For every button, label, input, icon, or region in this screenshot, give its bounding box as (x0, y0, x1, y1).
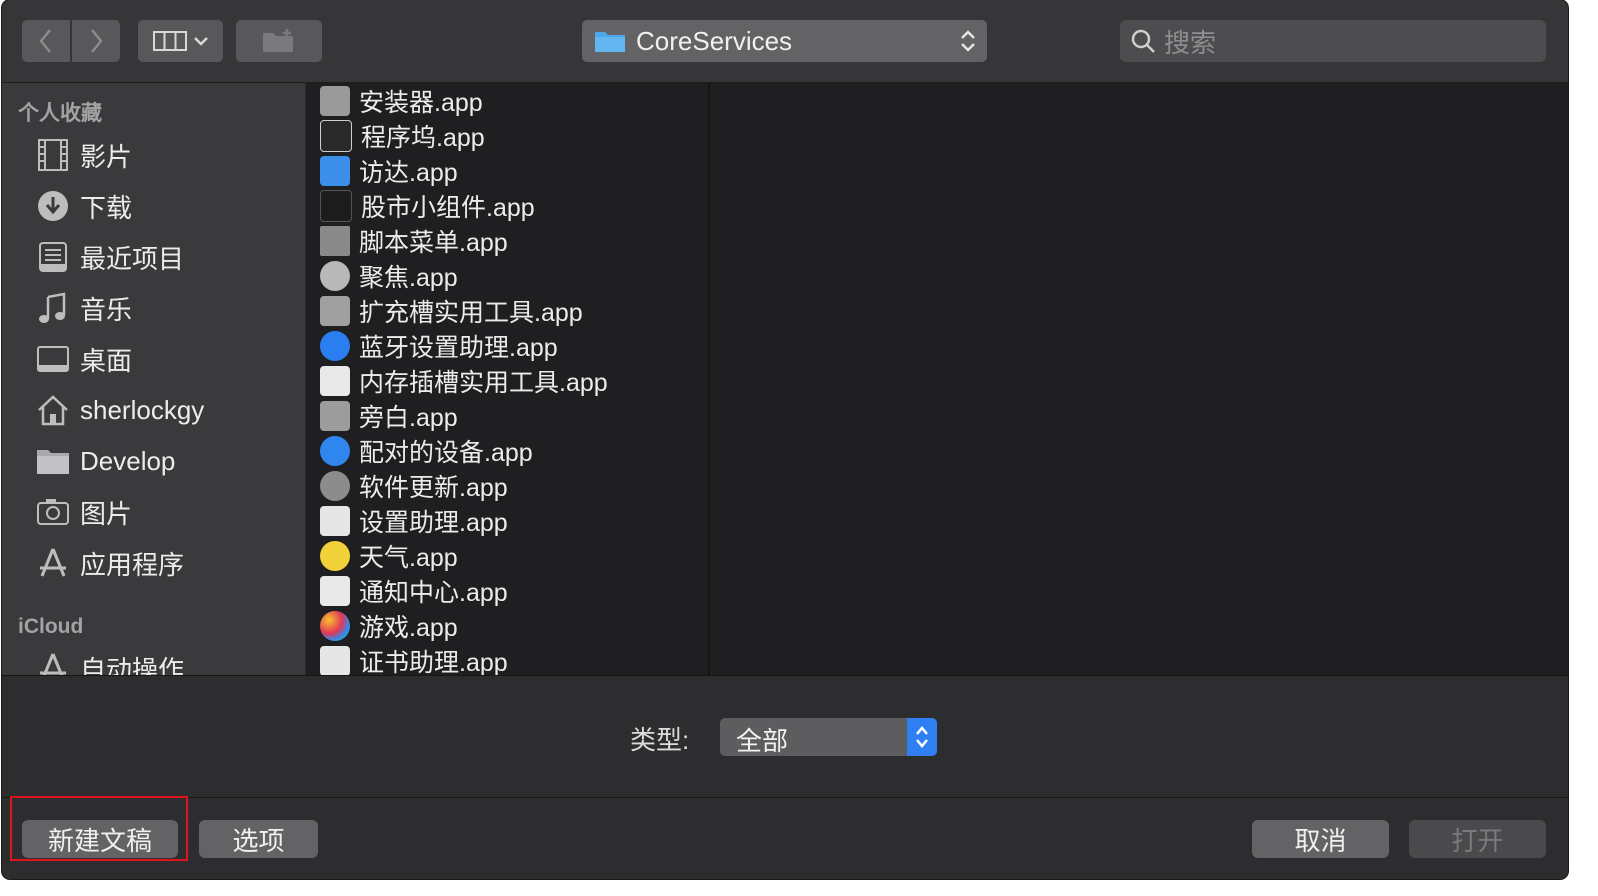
sidebar-item-automator[interactable]: 自动操作 (34, 646, 184, 675)
voiceover-icon (320, 400, 350, 431)
forward-button[interactable] (72, 20, 120, 62)
script-menu-icon (320, 225, 350, 256)
sidebar-item-label: 自动操作 (80, 654, 185, 676)
folder-icon (34, 442, 72, 480)
search-icon (1131, 29, 1155, 53)
list-item[interactable]: 内存插槽实用工具.app (320, 363, 608, 398)
game-center-icon (320, 610, 350, 641)
paired-devices-icon (320, 435, 350, 466)
file-list-column: 安装器.app 程序坞.app 访达.app 股市小组件.app 脚本菜单.ap… (306, 83, 710, 675)
sidebar-item-movies[interactable]: 影片 (34, 133, 132, 177)
certificate-assistant-icon (320, 645, 350, 675)
search-field[interactable]: 搜索 (1120, 20, 1546, 62)
list-item[interactable]: 程序坞.app (320, 118, 485, 153)
back-button[interactable] (22, 20, 70, 62)
memory-slot-icon (320, 365, 350, 396)
stocks-widget-icon (320, 189, 352, 222)
up-down-arrows-icon (961, 30, 975, 52)
setup-assistant-icon (320, 505, 350, 536)
expansion-slot-icon (320, 295, 350, 326)
finder-icon (320, 155, 350, 186)
favorites-header: 个人收藏 (18, 102, 102, 125)
list-item[interactable]: 脚本菜单.app (320, 223, 508, 258)
highlight-box (10, 796, 188, 861)
list-item[interactable]: 游戏.app (320, 608, 458, 643)
new-folder-button[interactable] (236, 20, 322, 62)
list-item[interactable]: 安装器.app (320, 83, 483, 118)
columns-view-icon (152, 31, 187, 51)
list-item[interactable]: 蓝牙设置助理.app (320, 328, 558, 363)
chevron-down-icon (193, 37, 208, 46)
notification-center-icon (320, 575, 350, 606)
spotlight-icon (320, 260, 350, 291)
weather-icon (320, 540, 350, 571)
cancel-button[interactable]: 取消 (1252, 820, 1389, 858)
home-icon (34, 391, 72, 429)
list-item[interactable]: 证书助理.app (320, 643, 508, 675)
file-type-value: 全部 (736, 726, 789, 756)
movies-icon (34, 136, 72, 174)
recents-icon (34, 238, 72, 276)
options-button[interactable]: 选项 (199, 820, 318, 858)
list-item[interactable]: 访达.app (320, 153, 458, 188)
path-popup[interactable]: CoreServices (582, 20, 987, 62)
divider (2, 797, 1568, 798)
chevron-left-icon (39, 29, 51, 53)
sidebar-item-label: 最近项目 (80, 243, 185, 274)
sidebar-item-label: sherlockgy (80, 394, 205, 425)
path-label: CoreServices (636, 25, 793, 56)
sidebar-item-label: 下载 (80, 192, 133, 223)
new-folder-icon (263, 29, 293, 52)
sidebar-item-label: 桌面 (80, 345, 133, 376)
toolbar: CoreServices 搜索 (2, 0, 1568, 83)
sidebar-item-home[interactable]: sherlockgy (34, 388, 204, 432)
preview-pane (710, 83, 1568, 675)
open-button[interactable]: 打开 (1409, 820, 1546, 858)
software-update-icon (320, 470, 350, 501)
sidebar-item-label: 图片 (80, 498, 133, 529)
open-file-dialog: CoreServices 搜索 个人收藏 影片 下载 最近项目 音乐 桌面 sh… (2, 0, 1568, 879)
sidebar-item-label: 影片 (80, 141, 133, 172)
sidebar: 个人收藏 影片 下载 最近项目 音乐 桌面 sherlockgy Develop… (2, 83, 305, 675)
sidebar-item-develop[interactable]: Develop (34, 439, 175, 483)
list-item[interactable]: 配对的设备.app (320, 433, 533, 468)
list-item[interactable]: 通知中心.app (320, 573, 508, 608)
list-item[interactable]: 天气.app (320, 538, 458, 573)
sidebar-item-label: 应用程序 (80, 549, 185, 580)
installer-icon (320, 85, 350, 116)
sidebar-item-downloads[interactable]: 下载 (34, 184, 132, 228)
sidebar-item-pictures[interactable]: 图片 (34, 490, 132, 534)
sidebar-item-music[interactable]: 音乐 (34, 286, 132, 330)
list-item[interactable]: 股市小组件.app (320, 188, 535, 223)
sidebar-item-recents[interactable]: 最近项目 (34, 235, 184, 279)
automator-icon (34, 649, 72, 675)
sidebar-item-label: 音乐 (80, 294, 133, 325)
sidebar-item-desktop[interactable]: 桌面 (34, 337, 132, 381)
chevron-right-icon (91, 29, 103, 53)
sidebar-item-label: Develop (80, 445, 176, 476)
file-type-label: 类型: (630, 725, 690, 755)
applications-icon (34, 544, 72, 582)
view-mode-button[interactable] (138, 20, 223, 62)
downloads-icon (34, 187, 72, 225)
list-item[interactable]: 聚焦.app (320, 258, 458, 293)
sidebar-item-applications[interactable]: 应用程序 (34, 541, 184, 585)
list-item[interactable]: 扩充槽实用工具.app (320, 293, 583, 328)
bluetooth-icon (320, 330, 350, 361)
desktop-icon (34, 340, 72, 378)
up-down-arrows-icon (907, 718, 937, 756)
search-placeholder: 搜索 (1164, 27, 1217, 58)
list-item[interactable]: 设置助理.app (320, 503, 508, 538)
folder-icon (595, 32, 625, 52)
pictures-icon (34, 493, 72, 531)
bottom-panel: 类型: 全部 新建文稿 选项 取消 打开 (2, 675, 1568, 879)
icloud-header: iCloud (18, 615, 84, 638)
list-item[interactable]: 软件更新.app (320, 468, 508, 503)
music-icon (34, 289, 72, 327)
list-item[interactable]: 旁白.app (320, 398, 458, 433)
file-type-popup[interactable]: 全部 (720, 718, 937, 756)
dock-icon (320, 119, 352, 152)
